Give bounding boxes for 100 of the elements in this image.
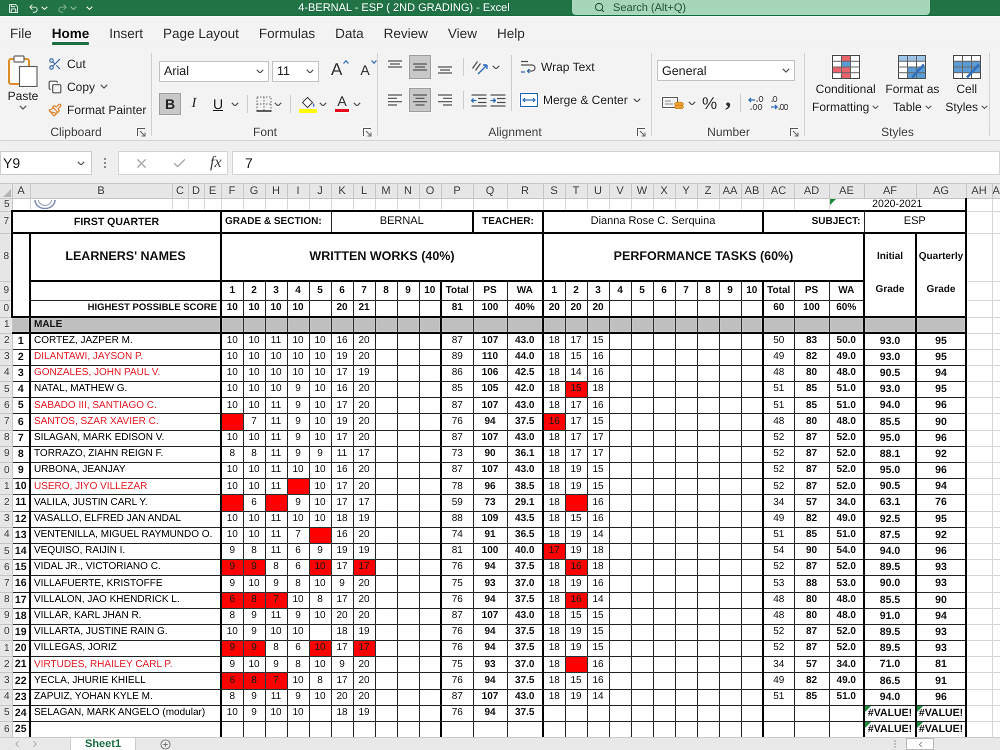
shrink-font-button[interactable]: A <box>360 60 377 82</box>
row-header[interactable]: 1 <box>0 640 12 657</box>
column-header[interactable]: T <box>565 184 587 198</box>
row-header[interactable]: 2 <box>0 333 12 350</box>
column-header[interactable]: Y <box>675 184 697 198</box>
column-header[interactable]: AF <box>864 184 916 198</box>
caret-icon[interactable] <box>100 84 108 89</box>
font-name-field[interactable]: Arial <box>159 60 269 82</box>
ribbon-tab[interactable]: Page Layout <box>153 16 249 47</box>
cell-styles-button[interactable]: Cell Styles <box>944 55 990 115</box>
column-header[interactable]: AA <box>719 184 741 198</box>
increase-indent-icon[interactable] <box>490 94 506 106</box>
column-header[interactable]: D <box>188 184 204 198</box>
ribbon-tab[interactable]: Review <box>374 16 438 47</box>
column-header[interactable]: M <box>375 184 397 198</box>
caret-icon[interactable] <box>688 100 696 106</box>
column-header[interactable]: V <box>609 184 631 198</box>
ribbon-tab[interactable]: Insert <box>99 16 154 47</box>
row-header[interactable]: 8 <box>0 592 12 608</box>
align-middle-button[interactable] <box>409 55 431 79</box>
ribbon-tab[interactable]: File <box>0 16 42 47</box>
accounting-format-icon[interactable] <box>662 97 684 109</box>
redo-icon[interactable] <box>57 2 68 14</box>
ribbon-tab[interactable]: Data <box>325 16 374 47</box>
row-header[interactable]: 5 <box>0 198 12 212</box>
format-as-table-button[interactable]: Format as Table <box>884 55 940 115</box>
column-header[interactable]: AE <box>829 184 864 198</box>
row-header[interactable]: 3 <box>0 511 12 528</box>
comma-style-button[interactable]: , <box>723 92 734 114</box>
column-header[interactable]: B <box>30 184 172 198</box>
format-painter-button[interactable]: Format Painter <box>46 98 148 121</box>
column-header[interactable]: X <box>653 184 675 198</box>
caret-icon[interactable] <box>319 102 327 106</box>
column-header[interactable]: AH <box>966 184 992 198</box>
add-sheet-icon[interactable] <box>160 738 172 750</box>
row-header[interactable]: 0 <box>0 462 12 479</box>
conditional-formatting-button[interactable]: Conditional Formatting <box>811 55 880 115</box>
caret-icon[interactable] <box>924 105 932 110</box>
row-header[interactable]: 2 <box>0 656 12 673</box>
decrease-indent-icon[interactable] <box>471 94 487 106</box>
underline-button[interactable]: U <box>207 93 229 115</box>
column-header[interactable]: R <box>507 184 543 198</box>
column-header[interactable]: E <box>204 184 221 198</box>
caret-icon[interactable] <box>632 98 641 102</box>
row-header[interactable]: 1 <box>0 317 12 334</box>
column-header[interactable]: C <box>172 184 188 198</box>
ribbon-tab[interactable]: Formulas <box>248 16 326 47</box>
caret-icon[interactable] <box>872 105 880 110</box>
row-header[interactable]: 7 <box>0 576 12 592</box>
row-header[interactable]: 4 <box>0 365 12 382</box>
caret-icon[interactable] <box>274 102 282 106</box>
row-header[interactable]: 8 <box>0 233 12 282</box>
row-header[interactable]: 7 <box>0 414 12 430</box>
insert-function-button[interactable]: fx <box>210 155 222 171</box>
column-header[interactable]: AD <box>794 184 829 198</box>
column-header[interactable]: Z <box>697 184 719 198</box>
italic-button[interactable]: I <box>183 93 205 115</box>
merge-center-button[interactable]: Merge & Center <box>517 88 644 112</box>
column-header[interactable]: J <box>309 184 331 198</box>
search-field[interactable]: Search (Alt+Q) <box>572 0 930 15</box>
copy-button[interactable]: Copy <box>46 75 148 98</box>
row-header[interactable]: 2 <box>0 494 12 512</box>
wrap-text-button[interactable]: Wrap Text <box>517 55 644 79</box>
dialog-launcher-icon[interactable] <box>363 128 372 136</box>
column-header[interactable]: L <box>353 184 375 198</box>
caret-icon[interactable] <box>77 160 85 166</box>
row-header[interactable]: 9 <box>0 608 12 624</box>
row-header[interactable]: 0 <box>0 624 12 641</box>
column-header[interactable]: N <box>397 184 419 198</box>
percent-button[interactable]: % <box>700 92 720 114</box>
column-header[interactable]: K <box>331 184 353 198</box>
row-header[interactable]: 5 <box>0 543 12 560</box>
column-header[interactable]: F <box>221 184 243 198</box>
row-header[interactable]: 9 <box>0 446 12 463</box>
column-header[interactable]: H <box>265 184 287 198</box>
increase-decimal-icon[interactable] <box>748 96 766 110</box>
column-header[interactable]: U <box>587 184 609 198</box>
ribbon-tab[interactable]: Home <box>42 16 100 47</box>
caret-icon[interactable] <box>782 68 790 73</box>
orientation-icon[interactable] <box>471 59 489 75</box>
dialog-launcher-icon[interactable] <box>637 128 646 136</box>
column-header[interactable]: AG <box>916 184 966 198</box>
caret-icon[interactable] <box>492 64 500 70</box>
column-header[interactable]: P <box>441 184 473 198</box>
caret-icon[interactable] <box>981 105 988 110</box>
column-header[interactable]: W <box>631 184 653 198</box>
column-header[interactable]: I <box>287 184 309 198</box>
row-header[interactable]: 5 <box>0 382 12 398</box>
sheet-tab[interactable]: Sheet1 <box>70 738 136 750</box>
row-header[interactable]: 6 <box>0 398 12 414</box>
paint-bucket-icon[interactable] <box>299 95 317 113</box>
formula-field[interactable]: 7 <box>232 151 1000 175</box>
column-header[interactable]: Q <box>473 184 507 198</box>
column-header[interactable]: AC <box>763 184 794 198</box>
number-format-field[interactable]: General <box>657 60 795 81</box>
undo-icon[interactable] <box>28 2 39 14</box>
font-size-field[interactable]: 11 <box>272 60 319 82</box>
align-center-button[interactable] <box>409 88 431 112</box>
dialog-launcher-icon[interactable] <box>137 128 146 136</box>
ribbon-tab[interactable]: View <box>438 16 487 47</box>
